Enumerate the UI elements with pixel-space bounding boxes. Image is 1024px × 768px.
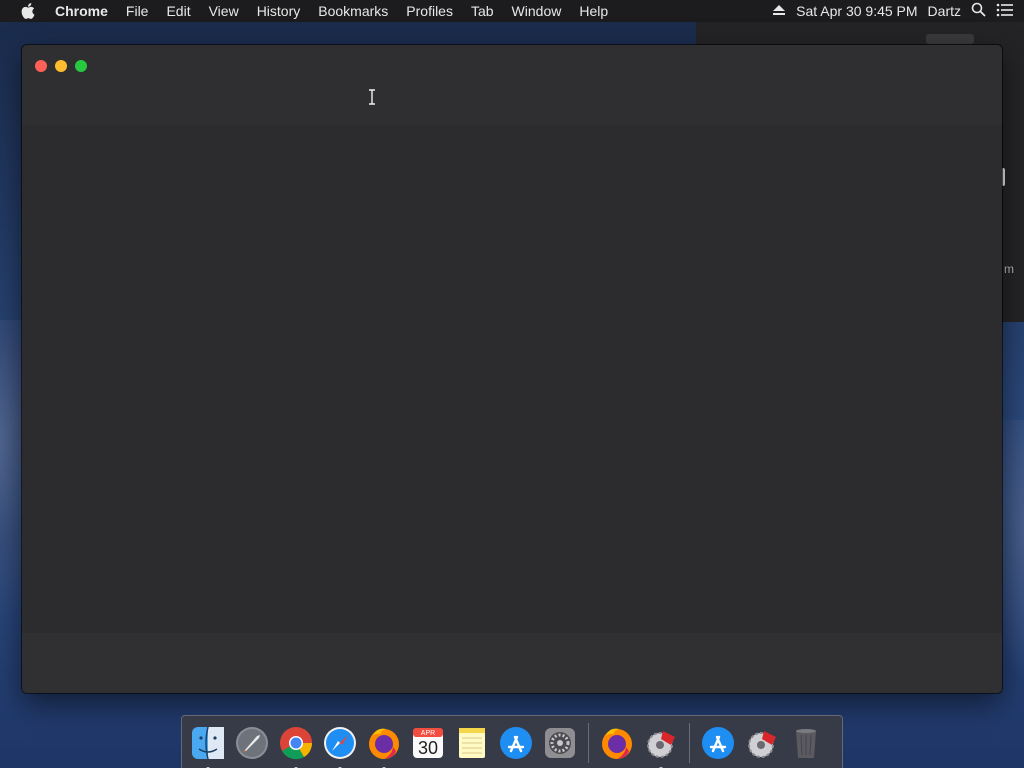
text-cursor-icon — [369, 89, 375, 105]
calendar-day: 30 — [418, 738, 438, 758]
list-icon[interactable] — [996, 3, 1014, 20]
trash-icon — [796, 729, 816, 758]
dock-separator — [588, 723, 589, 763]
safari-icon — [324, 727, 356, 759]
app-store-icon — [500, 727, 532, 759]
installer-saw-icon — [748, 731, 776, 758]
clock[interactable]: Sat Apr 30 9:45 PM — [796, 0, 917, 22]
zoom-button[interactable] — [75, 60, 87, 72]
launchpad-icon — [236, 727, 268, 759]
dock-trash[interactable] — [786, 723, 826, 763]
menu-history[interactable]: History — [248, 0, 310, 22]
dock-app-store[interactable] — [496, 723, 536, 763]
menu-tab[interactable]: Tab — [462, 0, 503, 22]
menu-view[interactable]: View — [200, 0, 248, 22]
background-window-button — [926, 34, 974, 44]
system-preferences-icon — [545, 728, 575, 758]
close-button[interactable] — [35, 60, 47, 72]
finder-icon — [192, 726, 224, 760]
menu-profiles[interactable]: Profiles — [397, 0, 462, 22]
background-window-text: m — [1004, 262, 1014, 276]
installer-saw-icon — [647, 731, 675, 758]
chrome-icon — [280, 727, 313, 760]
notes-icon — [459, 728, 485, 758]
dock-calendar[interactable]: APR 30 — [408, 723, 448, 763]
firefox-icon — [602, 728, 632, 759]
menu-app-name[interactable]: Chrome — [46, 0, 117, 22]
dock-app-store-2[interactable] — [698, 723, 738, 763]
window-titlebar[interactable] — [22, 45, 1002, 125]
dock-launchpad[interactable] — [232, 723, 272, 763]
dock-notes[interactable] — [452, 723, 492, 763]
menu-bar-status-area: Sat Apr 30 9:45 PM Dartz — [772, 0, 1024, 22]
menu-bookmarks[interactable]: Bookmarks — [309, 0, 397, 22]
dock-firefox-2[interactable] — [597, 723, 637, 763]
eject-icon[interactable] — [772, 3, 786, 19]
menu-help[interactable]: Help — [570, 0, 617, 22]
dock-system-preferences[interactable] — [540, 723, 580, 763]
menu-window[interactable]: Window — [503, 0, 571, 22]
apple-icon[interactable] — [20, 3, 36, 19]
firefox-icon — [369, 728, 399, 759]
dock-chrome[interactable] — [276, 723, 316, 768]
dock-separator — [689, 723, 690, 763]
dock-installer-2[interactable] — [742, 723, 782, 763]
chrome-window[interactable] — [22, 45, 1002, 693]
menu-edit[interactable]: Edit — [157, 0, 199, 22]
calendar-icon: APR 30 — [413, 728, 443, 758]
dock-firefox[interactable] — [364, 723, 404, 768]
dock: APR 30 — [181, 715, 843, 768]
user-name[interactable]: Dartz — [928, 0, 961, 22]
menu-bar: Chrome File Edit View History Bookmarks … — [0, 0, 1024, 22]
calendar-month: APR — [421, 730, 435, 737]
minimize-button[interactable] — [55, 60, 67, 72]
dock-finder[interactable] — [188, 723, 228, 768]
menu-file[interactable]: File — [117, 0, 158, 22]
search-icon[interactable] — [971, 2, 986, 20]
window-bottom-area — [22, 633, 1002, 693]
app-store-icon — [702, 727, 734, 759]
dock-safari[interactable] — [320, 723, 360, 768]
window-content[interactable] — [22, 125, 1002, 693]
dock-installer[interactable] — [641, 723, 681, 768]
